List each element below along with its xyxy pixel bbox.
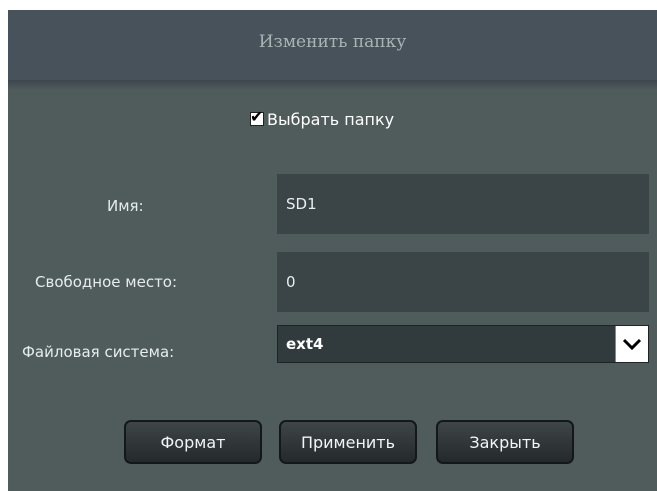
name-label: Имя: bbox=[107, 197, 144, 215]
free-space-label: Свободное место: bbox=[35, 273, 178, 291]
filesystem-selected-value: ext4 bbox=[286, 335, 324, 353]
apply-button[interactable]: Применить bbox=[279, 420, 417, 464]
format-button[interactable]: Формат bbox=[124, 420, 262, 464]
select-folder-label: Выбрать папку bbox=[267, 109, 395, 129]
dialog-title: Изменить папку bbox=[258, 32, 407, 52]
title-divider bbox=[8, 80, 657, 90]
free-space-field[interactable]: 0 bbox=[277, 252, 649, 312]
filesystem-label: Файловая система: bbox=[22, 343, 175, 361]
close-button[interactable]: Закрыть bbox=[436, 420, 574, 464]
check-icon: ✔ bbox=[250, 107, 264, 126]
name-field[interactable]: SD1 bbox=[277, 174, 649, 234]
select-folder-row[interactable]: ✔ Выбрать папку bbox=[250, 107, 394, 131]
dialog-titlebar: Изменить папку bbox=[8, 10, 657, 80]
filesystem-select[interactable]: ext4 bbox=[277, 325, 649, 363]
chevron-down-icon[interactable] bbox=[615, 326, 648, 362]
select-folder-checkbox[interactable]: ✔ bbox=[250, 107, 264, 126]
edit-folder-dialog: Изменить папку bbox=[8, 10, 657, 491]
